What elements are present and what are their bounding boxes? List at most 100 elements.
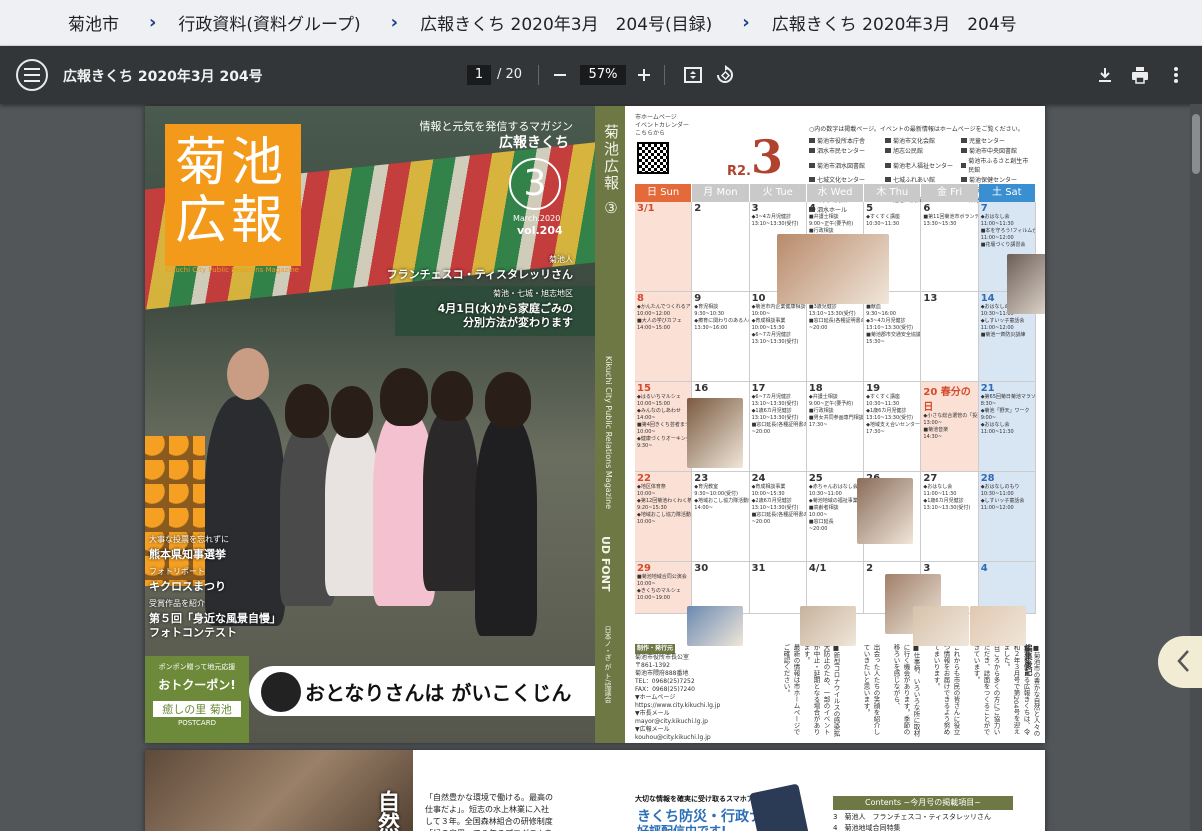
calendar-event: 11:00~12:00 <box>980 235 1014 241</box>
calendar-event: ■花壇づくり講習会 <box>980 242 1026 248</box>
calendar-event: 11:00~11:30 <box>980 221 1014 227</box>
calendar-day: 19 ◆すくすく講座 10:30~11:30 ◆1歳6カ月児健診 13:10~13:30… <box>864 382 922 471</box>
legend-marker-icon <box>961 177 967 182</box>
calendar-event: ◆しすいッ子童話会 <box>980 498 1025 504</box>
calendar-event: ◆かんたんでつくれるアップカード作り <box>637 304 691 310</box>
issuer-line: 菊池市役所市長公室 <box>635 654 690 661</box>
calendar-day-number: 9 <box>694 293 702 304</box>
calendar-event: 10:30~11:00 <box>808 491 842 497</box>
calendar-event: 9:20~15:30 <box>637 505 667 511</box>
calendar-day-number: 30 <box>694 563 709 574</box>
calendar-event: ■菊池一斉防災訓練 <box>980 332 1026 338</box>
calendar-event: 9:30~ <box>637 443 653 449</box>
calendar-head-note: 市ホームページ イベントカレンダー こちらから <box>635 114 690 137</box>
zoom-out-icon[interactable] <box>550 65 570 85</box>
legend-item-label: 菊池市中央図書館 <box>969 148 1018 155</box>
calendar-event: ■弁護士相談 <box>808 214 839 220</box>
zoom-level-input[interactable]: 57% <box>580 65 626 85</box>
qr-code-icon <box>637 142 669 174</box>
calendar-day: 3/1 <box>635 202 693 291</box>
calendar-event: 11:00~12:00 <box>980 505 1014 511</box>
issuer-line: 菊池市隈府888番地 <box>635 670 689 677</box>
editor-column: これからも市民の皆さんに役立つ情報をお届けできるよう努めてまいります。 <box>932 644 960 735</box>
issuer-line: ▼広報メール <box>635 726 670 733</box>
calendar-event: 13:30~15:30 <box>923 221 957 227</box>
spine-bottom: 日本ノ・ぎ が ト/協議会 <box>604 626 612 703</box>
pdf-viewer[interactable]: 菊池 広報 Kikuchi City Public Relations Maga… <box>0 104 1202 831</box>
scrollbar-thumb[interactable] <box>1192 114 1200 174</box>
legend-item-label: 七城ふれあい館 <box>893 177 936 184</box>
calendar-event: ◆はるいちマルシェ <box>637 394 681 400</box>
rotate-icon[interactable] <box>714 64 736 86</box>
fit-page-icon[interactable] <box>682 64 704 86</box>
calendar-event: ■窓口延長(各種証明書の発行) <box>751 512 806 518</box>
calendar-day-number: 16 <box>694 383 709 394</box>
calendar-event: 13:10~13:30(受付) <box>808 311 856 317</box>
issuer-title: 制作・発行元 <box>635 644 675 654</box>
calendar-event: 13:10~13:30(受付) <box>751 415 799 421</box>
calendar-event: 10:30~11:30 <box>866 221 900 227</box>
calendar-event: ◆小さな総合選管の「投票所体験」 <box>923 413 978 419</box>
legend-item-label: 児童センター <box>969 138 1006 145</box>
legend-item: 泗水市民センター <box>809 146 879 155</box>
side-panel-toggle[interactable] <box>1158 636 1202 688</box>
calendar-day-number: 17 <box>751 383 766 394</box>
issuer-line: TEL：0968(25)7252 <box>635 678 695 685</box>
cover-magazine-name: 広報きくち <box>499 135 569 151</box>
calendar-photo <box>687 606 743 646</box>
cover-issue-number: 3 <box>509 158 561 210</box>
calendar-event: 10:00~ <box>637 429 656 435</box>
calendar-day: 10 ◆菊池市内企業健康相談会 10:00~ ◆育成相談事業 10:00~15:30 ◆6… <box>750 292 807 381</box>
feature1-title: フランチェスコ・ティスタレッリさん <box>386 268 573 281</box>
calendar-event: ■献血 <box>866 304 881 310</box>
editor-column: ■菊池市の豊かな自然と人々の魅力を伝える広報きくちは、令和２年３月号で第204号… <box>1005 644 1040 737</box>
cover-issue-vol: vol.204 <box>517 224 563 237</box>
calendar-event: 14:00~ <box>637 415 656 421</box>
pdf-toolbar: 広報きくち 2020年3月 204号 1 / 20 57% <box>0 46 1202 104</box>
breadcrumb-item-kikuchi[interactable]: 菊池市 <box>68 10 119 35</box>
cover-photo-oranges <box>145 436 205 586</box>
issuer-line: mayor@city.kikuchi.lg.jp <box>635 718 708 725</box>
legend-item-label: 泗水市民センター <box>817 148 866 155</box>
calendar-event: 14:00~15:00 <box>637 325 671 331</box>
calendar-event: ◆3~4カ月児健診 <box>751 214 791 220</box>
calendar-day: 6■第11回菊池市ボランティア連絡協議会交流会13:30~15:30 <box>921 202 979 291</box>
vertical-scrollbar[interactable] <box>1190 104 1202 831</box>
calendar-day-number: 18 <box>808 383 823 394</box>
menu-icon[interactable] <box>16 59 48 91</box>
spine: 菊池広報 ③ Kikuchi City Public Relations Mag… <box>595 106 625 743</box>
calendar-day-number: 4 <box>808 203 816 214</box>
chevron-right-icon: › <box>742 12 750 33</box>
calendar-event: ◆療育に関わりのある人のための相談会 <box>694 318 749 324</box>
calendar-event: ◆地域おこし協力隊活動報告会 <box>694 498 749 504</box>
calendar-event: 9:00~ <box>980 415 997 421</box>
editor-column: 最新の情報は市ホームページでご確認ください。 <box>782 644 800 735</box>
cover-person-hair <box>485 372 531 428</box>
calendar-event: 13:10~13:30(受付) <box>751 401 799 407</box>
promo3-title-line2: フォトコンテスト <box>149 626 237 639</box>
calendar-event: 9:00~正午(要予約) <box>808 401 854 407</box>
print-icon[interactable] <box>1129 64 1151 86</box>
calendar-event: ~20:00 <box>808 325 828 331</box>
calendar-day-number: 3/1 <box>637 203 655 214</box>
calendar-event: 10:00~19:00 <box>637 595 671 601</box>
breadcrumb-item-admin-docs[interactable]: 行政資料(資料グループ) <box>178 10 360 35</box>
calendar-day-number: 3 <box>923 563 931 574</box>
download-icon[interactable] <box>1094 64 1116 86</box>
page-number-input[interactable]: 1 <box>467 65 491 85</box>
calendar-day: 15 ◆はるいちマルシェ 10:00~15:00 ◆みんなのしあわせ 14:00~ ■第4… <box>635 382 693 471</box>
legend-marker-icon <box>809 148 815 153</box>
cover-page: 菊池 広報 Kikuchi City Public Relations Maga… <box>145 106 595 743</box>
page2-app-sub: 好評配信中です! <box>637 824 727 831</box>
promo2-title: キクロスまつり <box>149 580 226 593</box>
calendar-event: ◆育児教室 <box>694 484 719 490</box>
spine-title: 菊池広報 ③ <box>602 124 620 219</box>
zoom-in-icon[interactable] <box>634 65 654 85</box>
more-options-icon[interactable] <box>1165 64 1187 86</box>
issuer-line: https://www.city.kikuchi.lg.jp <box>635 702 721 709</box>
calendar-day: 8◆かんたんでつくれるアップカード作り10:00~12:00■大人の学びカフェ1… <box>635 292 693 381</box>
cover-person <box>325 426 380 596</box>
issuer-box: 制作・発行元 菊池市役所市長公室 〒861-1392 菊池市隈府888番地 TEL：0… <box>635 644 725 741</box>
calendar-event: ~20:00 <box>751 519 771 525</box>
breadcrumb-item-catalog[interactable]: 広報きくち 2020年3月 204号(目録) <box>420 10 712 35</box>
